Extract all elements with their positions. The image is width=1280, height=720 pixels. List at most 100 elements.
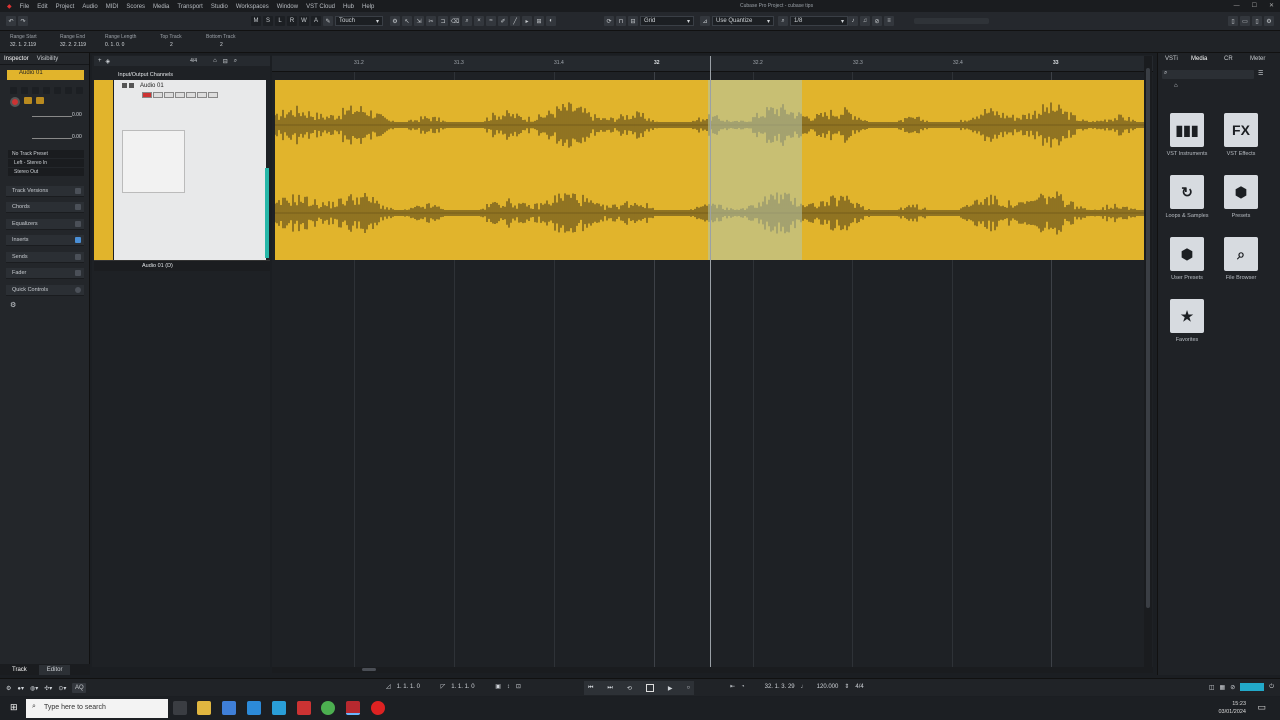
tab-cr[interactable]: CR [1224, 56, 1233, 62]
solo-button[interactable]: S [263, 16, 273, 26]
position-display[interactable]: 32. 1. 3. 29 [751, 684, 795, 690]
right-locator-icon[interactable]: ◸ [441, 683, 446, 690]
color-icon[interactable]: ◐ [546, 16, 556, 26]
read-button[interactable] [32, 87, 39, 94]
lane-name[interactable]: Audio 01 (D) [142, 263, 173, 269]
timebase-button[interactable] [36, 97, 44, 104]
app-icon[interactable] [297, 701, 311, 715]
stop-icon[interactable] [645, 684, 654, 692]
section-chords[interactable]: Chords [6, 202, 84, 213]
menu-midi[interactable]: MIDI [106, 4, 119, 10]
taskbar-search-input[interactable]: ⌕ Type here to search [26, 699, 168, 718]
quantize-settings-icon[interactable]: ⊘ [872, 16, 882, 26]
cubase-taskbar-icon[interactable] [346, 701, 360, 715]
media-item-loops-samples[interactable]: ↻ Loops & Samples [1162, 175, 1212, 219]
marker-icon[interactable]: ▦ [1220, 684, 1226, 691]
layout-left-icon[interactable]: ▯ [1228, 16, 1238, 26]
quantize-reset-icon[interactable]: ♫ [860, 16, 870, 26]
settings-icon[interactable]: ⚙ [390, 16, 400, 26]
glue-icon[interactable]: ⊐ [438, 16, 448, 26]
track-header[interactable]: Audio 01 [114, 80, 266, 260]
home-icon[interactable]: ⌂ [1174, 83, 1178, 89]
media-search-input[interactable]: ⌕ [1162, 70, 1254, 79]
mute-button[interactable] [10, 87, 17, 94]
auto-scroll-icon[interactable]: ⟳ [604, 16, 614, 26]
marker-icon[interactable]: ▣ [495, 683, 501, 690]
snap-icon[interactable]: ⊓ [616, 16, 626, 26]
edit-button[interactable] [54, 87, 61, 94]
left-locator-value[interactable]: 1. 1. 1. 0 [397, 684, 435, 690]
object-select-icon[interactable]: ↖ [402, 16, 412, 26]
lane-header[interactable]: Audio 01 (D) [94, 260, 270, 271]
solo-button[interactable] [21, 87, 28, 94]
left-locator-icon[interactable]: ◿ [386, 683, 391, 690]
mail-icon[interactable] [247, 701, 261, 715]
auto-quantize-icon[interactable]: ✣▾ [44, 685, 52, 692]
horizontal-scrollbar[interactable] [272, 667, 1153, 673]
info-bottom-track[interactable]: Bottom Track 2 [206, 34, 235, 48]
menu-workspaces[interactable]: Workspaces [236, 4, 269, 10]
solo-button[interactable] [129, 83, 134, 88]
forward-icon[interactable]: ⏭ [607, 685, 612, 692]
layout-settings-icon[interactable]: ⚙ [1264, 16, 1274, 26]
info-range-end[interactable]: Range End 32. 2. 2.119 [60, 34, 86, 48]
menu-scores[interactable]: Scores [126, 4, 145, 10]
record-enable-button[interactable] [10, 97, 20, 107]
inspector-track-name[interactable]: Audio 01 [7, 70, 84, 80]
snap-type-icon[interactable]: ⊟ [628, 16, 638, 26]
tempo-stepper-icon[interactable]: ⇕ [844, 683, 849, 690]
cycle-mode-icon[interactable]: ◍▾ [30, 685, 38, 692]
go-to-icon[interactable]: ⇤ [730, 683, 735, 690]
system-clock[interactable]: 15:23 03/01/2024 [1218, 700, 1246, 716]
range-selection[interactable] [708, 80, 802, 260]
freeze-button[interactable] [65, 87, 72, 94]
menu-project[interactable]: Project [56, 4, 75, 10]
mute-button[interactable] [122, 83, 127, 88]
write-button[interactable]: W [299, 16, 309, 26]
vertical-scrollbar[interactable] [1144, 56, 1152, 667]
monitor-button[interactable] [24, 97, 32, 104]
info-value[interactable]: 0. 1. 0. 0 [105, 42, 136, 48]
scrollbar-thumb[interactable] [1146, 68, 1150, 608]
punch-icon[interactable]: ⊙▾ [58, 685, 66, 692]
add-track-icon[interactable]: + [98, 58, 102, 64]
right-locator-value[interactable]: 1. 1. 1. 0 [451, 684, 489, 690]
notification-icon[interactable]: ▭ [1257, 702, 1266, 713]
layout-right-icon[interactable]: ▯ [1252, 16, 1262, 26]
info-top-track[interactable]: Top Track 2 [160, 34, 182, 48]
monitor-button[interactable] [153, 92, 163, 98]
read-button[interactable] [186, 92, 196, 98]
info-value[interactable]: 32. 1. 2.119 [10, 42, 37, 48]
cycle-icon[interactable]: ⟲ [627, 685, 632, 692]
media-item-presets[interactable]: ⬢ Presets [1216, 175, 1266, 219]
range-select-icon[interactable]: ⇲ [414, 16, 424, 26]
menu-audio[interactable]: Audio [82, 4, 97, 10]
info-value[interactable]: 2 [160, 42, 182, 48]
windows-start-icon[interactable]: ⊞ [10, 702, 18, 713]
store-icon[interactable] [222, 701, 236, 715]
record-enable-button[interactable] [142, 92, 152, 98]
media-item-vst-instruments[interactable]: ▮▮▮ VST Instruments [1162, 113, 1212, 157]
aq-button[interactable]: AQ [72, 683, 87, 693]
home-icon[interactable]: ⌂ [213, 58, 217, 64]
write-button[interactable] [43, 87, 50, 94]
erase-icon[interactable]: ⌫ [450, 16, 460, 26]
close-icon[interactable]: ✕ [1269, 2, 1274, 9]
cpu-meter[interactable] [1240, 683, 1265, 691]
automation-icon[interactable]: ✎ [323, 16, 333, 26]
pan-value[interactable]: 0.00 [72, 134, 82, 140]
play-icon[interactable]: ▶ [668, 685, 673, 692]
pan-slider[interactable] [32, 138, 72, 139]
section-quick-controls[interactable]: Quick Controls [6, 285, 84, 296]
tab-meter[interactable]: Meter [1250, 56, 1265, 62]
menu-file[interactable]: File [20, 4, 30, 10]
menu-window[interactable]: Window [277, 4, 298, 10]
mixer-icon[interactable]: ≡ [884, 16, 894, 26]
minimize-icon[interactable]: — [1234, 3, 1240, 9]
redo-icon[interactable]: ↷ [18, 16, 28, 26]
media-item-favorites[interactable]: ★ Favorites [1162, 299, 1212, 343]
edit-button[interactable] [164, 92, 174, 98]
tab-vsti[interactable]: VSTi [1165, 56, 1178, 62]
quantize-mode-select[interactable]: Use Quantize ▾ [712, 16, 774, 26]
track-name[interactable]: Audio 01 [140, 83, 164, 89]
